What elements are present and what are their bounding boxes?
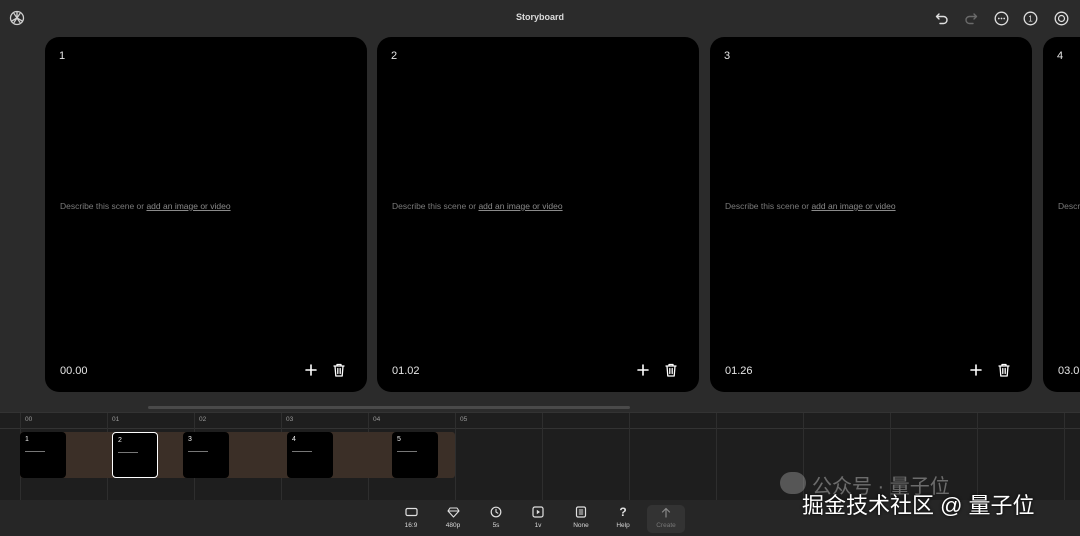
clip-number: 5: [397, 436, 401, 443]
help-label: Help: [616, 522, 630, 529]
watermark-line-2: 掘金技术社区 @ 量子位: [802, 493, 1035, 518]
scene-number: 3: [724, 50, 731, 62]
resolution-label: 480p: [445, 522, 461, 529]
clip-number: 4: [292, 436, 296, 443]
trash-icon: [665, 363, 677, 377]
aspect-ratio-label: 16:9: [404, 522, 418, 529]
scene-description-prompt: Describe this scene or: [392, 201, 479, 211]
time-tick: 04: [373, 416, 381, 423]
time-tick: 01: [112, 416, 120, 423]
create-label: Create: [656, 522, 676, 529]
clock-icon: [490, 506, 502, 518]
scene-description-prompt: Describe this scene or: [725, 201, 812, 211]
clip-number: 3: [188, 436, 192, 443]
scene-timestamp: 03.0: [1058, 365, 1080, 377]
timeline-clip[interactable]: 5: [392, 432, 438, 478]
timeline-clip[interactable]: 4: [287, 432, 333, 478]
clip-placeholder-line: [188, 451, 208, 452]
grid-line: [455, 413, 456, 501]
clip-number: 1: [25, 436, 29, 443]
grid-line: [629, 413, 630, 501]
delete-scene-button[interactable]: [997, 362, 1011, 378]
redo-icon: [965, 13, 978, 25]
add-media-link[interactable]: add an image or video: [478, 201, 562, 211]
scene-timestamp: 00.00: [60, 365, 88, 377]
notifications-button[interactable]: 1: [1021, 9, 1039, 27]
notification-count: 1: [1028, 14, 1033, 23]
scene-number: 2: [391, 50, 398, 62]
timeline-track[interactable]: [20, 432, 455, 478]
help-button[interactable]: ? Help: [607, 505, 639, 533]
add-scene-button[interactable]: [968, 362, 984, 378]
clip-placeholder-line: [292, 451, 312, 452]
scene-card[interactable]: 1 Describe this scene or add an image or…: [45, 37, 367, 392]
scene-number: 4: [1057, 50, 1064, 62]
add-scene-button[interactable]: [635, 362, 651, 378]
horizontal-scrollbar[interactable]: [148, 406, 630, 409]
aspect-ratio-icon: [404, 507, 418, 517]
scene-description[interactable]: Describe this scene or add an image or v…: [725, 201, 896, 211]
delete-scene-button[interactable]: [664, 362, 678, 378]
header: Storyboard 1: [0, 0, 1080, 36]
resolution-button[interactable]: 480p: [437, 505, 469, 533]
clip-placeholder-line: [397, 451, 417, 452]
undo-icon: [935, 13, 948, 25]
scene-description-prompt: Describe this scene or: [60, 201, 147, 211]
scene-timestamp: 01.26: [725, 365, 753, 377]
scene-description[interactable]: Describe this scene or add an image or v…: [392, 201, 563, 211]
add-scene-button[interactable]: [303, 362, 319, 378]
add-media-link[interactable]: add an image or video: [811, 201, 895, 211]
redo-button[interactable]: [962, 9, 980, 27]
badge-circle-icon: 1: [1023, 11, 1037, 25]
scene-card[interactable]: 4 Descr 03.0: [1043, 37, 1080, 392]
duration-button[interactable]: 5s: [480, 505, 512, 533]
scene-description[interactable]: Describe this scene or add an image or v…: [60, 201, 231, 211]
trash-icon: [333, 363, 345, 377]
delete-scene-button[interactable]: [332, 362, 346, 378]
timeline-ruler: 00 01 02 03 04 05: [0, 413, 1080, 429]
scene-number: 1: [59, 50, 66, 62]
avatar-icon: [1054, 11, 1068, 25]
plus-icon: [637, 364, 649, 376]
grid-line: [542, 413, 543, 501]
scene-card[interactable]: 3 Describe this scene or add an image or…: [710, 37, 1032, 392]
clip-placeholder-line: [118, 452, 138, 453]
preset-label: None: [573, 522, 589, 529]
scene-description[interactable]: Descr: [1058, 201, 1080, 211]
time-tick: 05: [460, 416, 468, 423]
scene-card[interactable]: 2 Describe this scene or add an image or…: [377, 37, 699, 392]
time-tick: 00: [25, 416, 33, 423]
variations-button[interactable]: 1v: [522, 505, 554, 533]
add-media-link[interactable]: add an image or video: [146, 201, 230, 211]
undo-button[interactable]: [933, 9, 951, 27]
aspect-ratio-button[interactable]: 16:9: [395, 505, 427, 533]
time-tick: 02: [199, 416, 207, 423]
play-box-icon: [532, 506, 544, 518]
more-options-button[interactable]: [992, 9, 1010, 27]
more-icon: [994, 11, 1008, 25]
time-tick: 03: [286, 416, 294, 423]
preset-icon: [575, 506, 587, 518]
scene-description-prompt: Descr: [1058, 201, 1080, 211]
timeline-clip[interactable]: 1: [20, 432, 66, 478]
duration-label: 5s: [492, 522, 500, 529]
scene-timestamp: 01.02: [392, 365, 420, 377]
plus-icon: [970, 364, 982, 376]
profile-button[interactable]: [1052, 9, 1070, 27]
grid-line: [716, 413, 717, 501]
plus-icon: [305, 364, 317, 376]
question-mark-icon: ?: [619, 505, 627, 519]
clip-placeholder-line: [25, 451, 45, 452]
timeline-clip[interactable]: 3: [183, 432, 229, 478]
create-button[interactable]: Create: [647, 505, 685, 533]
trash-icon: [998, 363, 1010, 377]
arrow-up-icon: [661, 507, 671, 518]
preset-button[interactable]: None: [565, 505, 597, 533]
page-title: Storyboard: [515, 12, 564, 22]
timeline-clip-selected[interactable]: 2: [112, 432, 158, 478]
diamond-icon: [446, 506, 460, 518]
clip-number: 2: [118, 437, 122, 444]
grid-line: [1064, 413, 1065, 501]
variations-label: 1v: [534, 522, 542, 529]
